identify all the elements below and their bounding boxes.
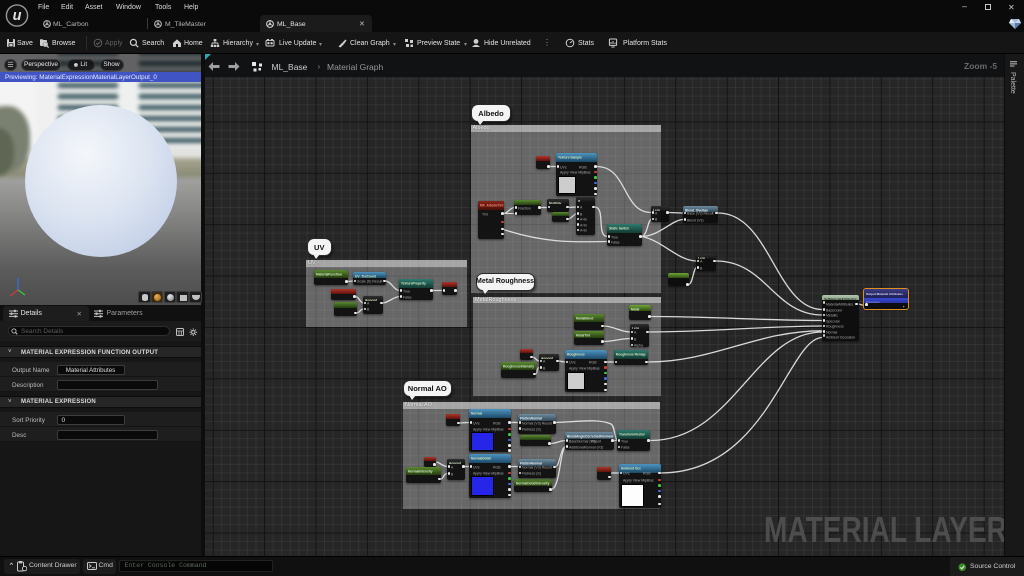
svg-text:u: u (13, 8, 22, 24)
